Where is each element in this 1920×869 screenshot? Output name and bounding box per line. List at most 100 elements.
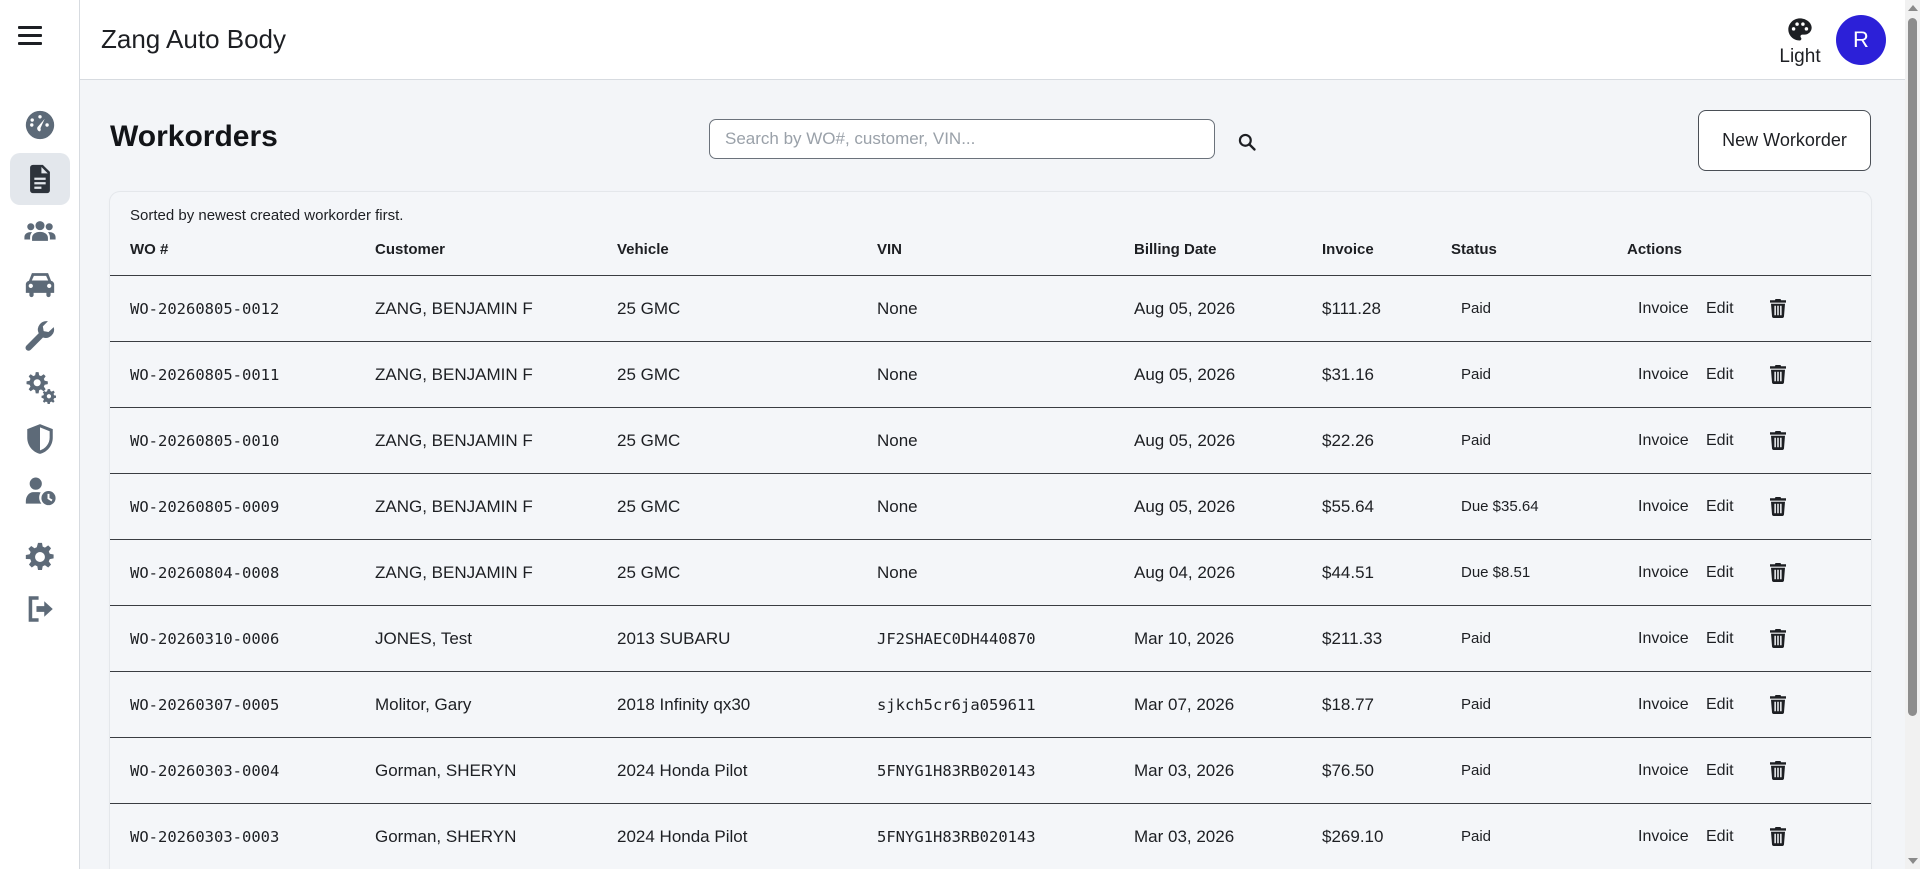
trash-icon [1770, 628, 1786, 648]
delete-button[interactable] [1764, 624, 1792, 652]
user-avatar[interactable]: R [1836, 15, 1886, 65]
invoice-button[interactable]: Invoice [1632, 292, 1695, 326]
edit-button[interactable]: Edit [1700, 358, 1740, 392]
invoice-button[interactable]: Invoice [1632, 688, 1695, 722]
sidebar-item-vehicles[interactable] [10, 257, 70, 309]
column-header-vehicle: Vehicle [617, 241, 669, 258]
invoice-button[interactable]: Invoice [1632, 490, 1695, 524]
vin-value: sjkch5cr6ja059611 [877, 696, 1036, 714]
vehicle-name: 2024 Honda Pilot [617, 761, 748, 780]
table-row: WO-20260805-0009 ZANG, BENJAMIN F 25 GMC… [110, 474, 1871, 540]
edit-button[interactable]: Edit [1700, 556, 1740, 590]
trash-icon [1770, 298, 1786, 318]
invoice-button[interactable]: Invoice [1632, 424, 1695, 458]
wo-number: WO-20260805-0011 [130, 366, 280, 384]
sidebar-item-customers[interactable] [10, 205, 70, 257]
delete-button[interactable] [1764, 294, 1792, 322]
edit-button[interactable]: Edit [1700, 424, 1740, 458]
vehicles-car-icon [25, 273, 55, 298]
top-bar: Zang Auto Body Light R [80, 0, 1905, 80]
sidebar-item-settings[interactable] [10, 531, 70, 583]
delete-button[interactable] [1764, 558, 1792, 586]
wo-number: WO-20260805-0010 [130, 432, 280, 450]
search-button[interactable] [1232, 127, 1262, 157]
customer-name: Gorman, SHERYN [375, 761, 517, 780]
invoice-button[interactable]: Invoice [1632, 622, 1695, 656]
table-row: WO-20260804-0008 ZANG, BENJAMIN F 25 GMC… [110, 540, 1871, 606]
search-icon [1238, 133, 1256, 151]
edit-button[interactable]: Edit [1700, 622, 1740, 656]
invoice-button[interactable]: Invoice [1632, 556, 1695, 590]
delete-button[interactable] [1764, 756, 1792, 784]
billing-date: Aug 05, 2026 [1134, 299, 1236, 318]
invoice-amount: $55.64 [1322, 497, 1374, 516]
delete-button[interactable] [1764, 690, 1792, 718]
invoice-button[interactable]: Invoice [1632, 754, 1695, 788]
status-badge: Paid [1461, 762, 1492, 779]
scroll-thumb[interactable] [1908, 18, 1917, 716]
customer-name: ZANG, BENJAMIN F [375, 563, 533, 582]
column-header-status: Status [1451, 241, 1497, 258]
status-badge: Due $35.64 [1461, 498, 1539, 515]
theme-toggle[interactable]: Light [1770, 16, 1830, 74]
sidebar [0, 0, 80, 869]
new-workorder-button[interactable]: New Workorder [1698, 110, 1871, 171]
vin-value: None [877, 431, 918, 450]
sidebar-item-logout[interactable] [10, 583, 70, 635]
vin-value: None [877, 563, 918, 582]
invoice-amount: $111.28 [1322, 299, 1381, 318]
dashboard-gauge-icon [25, 110, 55, 140]
delete-button[interactable] [1764, 360, 1792, 388]
status-badge: Due $8.51 [1461, 564, 1531, 581]
billing-date: Aug 04, 2026 [1134, 563, 1236, 582]
trash-icon [1770, 826, 1786, 846]
invoice-amount: $76.50 [1322, 761, 1374, 780]
hamburger-menu-icon[interactable] [10, 12, 50, 58]
delete-button[interactable] [1764, 426, 1792, 454]
security-shield-icon [27, 424, 53, 454]
table-row: WO-20260303-0003 Gorman, SHERYN 2024 Hon… [110, 804, 1871, 869]
table-row: WO-20260805-0011 ZANG, BENJAMIN F 25 GMC… [110, 342, 1871, 408]
workorders-table: Sorted by newest created workorder first… [110, 192, 1871, 869]
column-header-invoice: Invoice [1322, 241, 1374, 258]
table-row: WO-20260307-0005 Molitor, Gary 2018 Infi… [110, 672, 1871, 738]
logout-icon [28, 596, 53, 622]
status-badge: Paid [1461, 300, 1492, 317]
invoice-button[interactable]: Invoice [1632, 820, 1695, 854]
settings-gears-icon [26, 372, 57, 404]
billing-date: Mar 07, 2026 [1134, 695, 1235, 714]
wo-number: WO-20260805-0009 [130, 498, 280, 516]
edit-button[interactable]: Edit [1700, 490, 1740, 524]
edit-button[interactable]: Edit [1700, 292, 1740, 326]
sidebar-item-services[interactable] [10, 309, 70, 361]
edit-button[interactable]: Edit [1700, 820, 1740, 854]
billing-date: Mar 03, 2026 [1134, 827, 1235, 846]
scroll-up-arrow-icon[interactable] [1908, 5, 1918, 11]
search-input[interactable] [709, 119, 1215, 159]
vehicle-name: 25 GMC [617, 431, 681, 450]
customer-name: Gorman, SHERYN [375, 827, 517, 846]
edit-button[interactable]: Edit [1700, 754, 1740, 788]
wo-number: WO-20260303-0003 [130, 828, 280, 846]
table-row: WO-20260303-0004 Gorman, SHERYN 2024 Hon… [110, 738, 1871, 804]
delete-button[interactable] [1764, 822, 1792, 850]
table-row: WO-20260805-0012 ZANG, BENJAMIN F 25 GMC… [110, 276, 1871, 342]
edit-button[interactable]: Edit [1700, 688, 1740, 722]
page-scrollbar[interactable] [1905, 0, 1920, 869]
sidebar-item-dashboard[interactable] [10, 99, 70, 151]
user-clock-icon [25, 477, 56, 506]
sidebar-item-workorders[interactable] [10, 153, 70, 205]
invoice-button[interactable]: Invoice [1632, 358, 1695, 392]
sidebar-item-parts[interactable] [10, 361, 70, 413]
delete-button[interactable] [1764, 492, 1792, 520]
palette-icon [1788, 18, 1812, 41]
column-header-billing-date: Billing Date [1134, 241, 1217, 258]
sort-note: Sorted by newest created workorder first… [130, 207, 404, 224]
scroll-down-arrow-icon[interactable] [1908, 858, 1918, 864]
settings-gear-icon [25, 542, 54, 571]
wo-number: WO-20260303-0004 [130, 762, 280, 780]
sidebar-item-security[interactable] [10, 413, 70, 465]
customer-name: Molitor, Gary [375, 695, 472, 714]
status-badge: Paid [1461, 828, 1492, 845]
sidebar-item-timeclock[interactable] [10, 465, 70, 517]
